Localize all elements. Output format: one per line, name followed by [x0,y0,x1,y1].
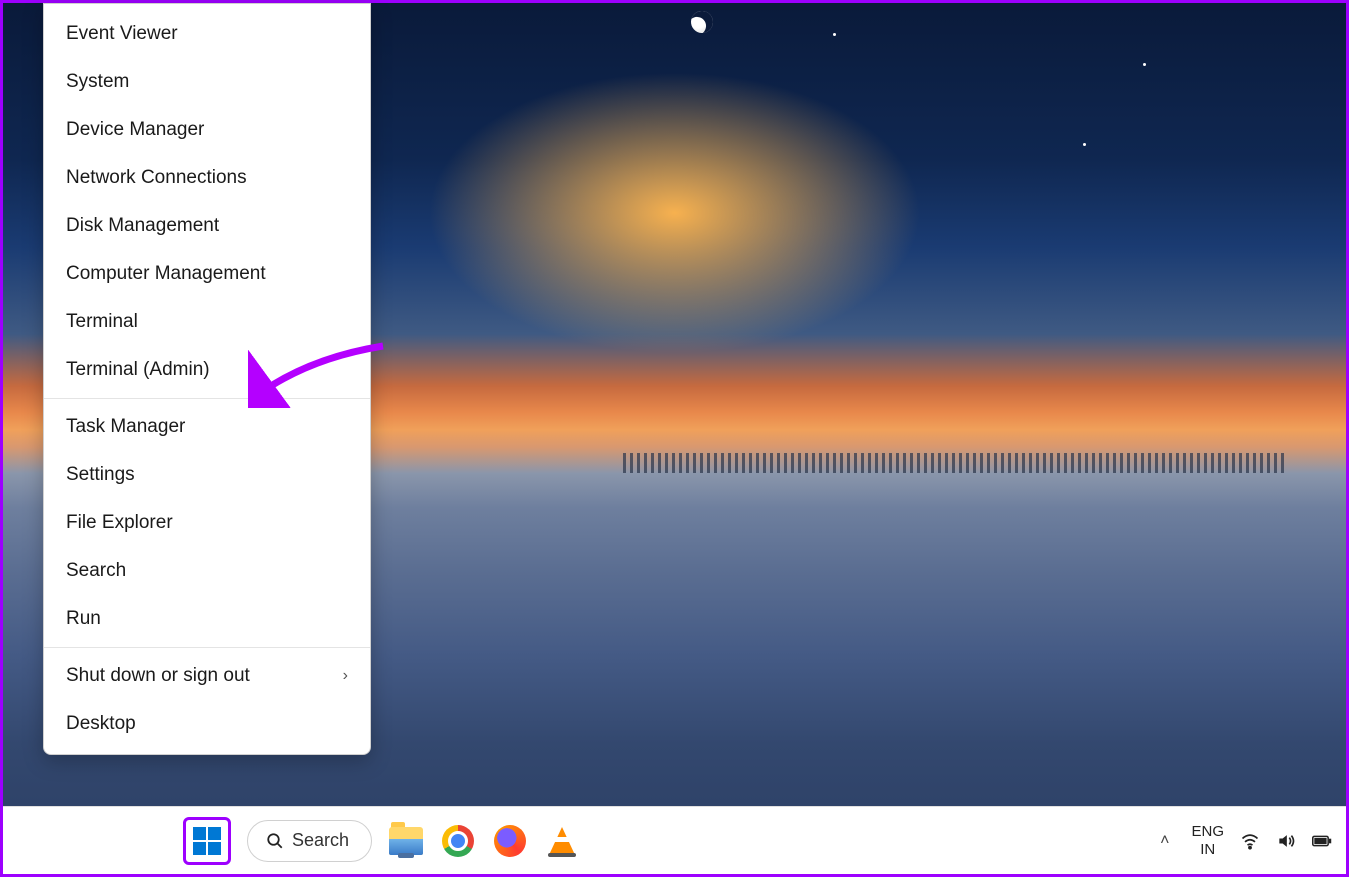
taskbar-icon-chrome[interactable] [440,823,476,859]
wifi-icon[interactable] [1240,831,1260,851]
menu-item-event-viewer[interactable]: Event Viewer [44,10,370,58]
menu-item-settings[interactable]: Settings [44,451,370,499]
menu-separator [44,398,370,399]
menu-item-label: File Explorer [66,512,173,534]
menu-item-label: Task Manager [66,416,185,438]
search-icon [266,832,284,850]
lang-bottom: IN [1191,841,1224,858]
menu-item-label: Computer Management [66,263,266,285]
menu-item-network-connections[interactable]: Network Connections [44,154,370,202]
star-decoration [1083,143,1086,146]
start-button[interactable] [183,817,231,865]
language-indicator[interactable]: ENG IN [1191,823,1224,858]
menu-item-label: Network Connections [66,167,247,189]
menu-item-disk-management[interactable]: Disk Management [44,202,370,250]
battery-icon[interactable] [1312,831,1332,851]
star-decoration [1143,63,1146,66]
menu-item-computer-management[interactable]: Computer Management [44,250,370,298]
taskbar-icon-vlc[interactable] [544,823,580,859]
menu-item-terminal[interactable]: Terminal [44,298,370,346]
volume-icon[interactable] [1276,831,1296,851]
trees-decoration [623,453,1286,473]
firefox-icon [494,825,526,857]
menu-item-shut-down-or-sign-out[interactable]: Shut down or sign out › [44,652,370,700]
menu-item-task-manager[interactable]: Task Manager [44,403,370,451]
file-explorer-icon [389,827,423,855]
windows-logo-icon [193,827,221,855]
menu-item-system[interactable]: System [44,58,370,106]
winx-context-menu: Event Viewer System Device Manager Netwo… [43,3,371,755]
tray-overflow-chevron[interactable]: ˄ [1154,832,1175,850]
menu-item-label: Event Viewer [66,23,178,45]
taskbar-icon-file-explorer[interactable] [388,823,424,859]
menu-separator [44,647,370,648]
lang-top: ENG [1191,823,1224,840]
chevron-right-icon: › [343,667,348,685]
taskbar: Search ˄ ENG IN [3,806,1346,874]
menu-item-label: Search [66,560,126,582]
menu-item-label: Run [66,608,101,630]
menu-item-search[interactable]: Search [44,547,370,595]
taskbar-icon-firefox[interactable] [492,823,528,859]
menu-item-label: Terminal (Admin) [66,359,210,381]
menu-item-label: Disk Management [66,215,219,237]
moon-decoration [688,8,716,36]
search-label: Search [292,830,349,851]
taskbar-search[interactable]: Search [247,820,372,862]
system-tray: ˄ ENG IN [1154,807,1332,874]
menu-item-label: Terminal [66,311,138,333]
menu-item-device-manager[interactable]: Device Manager [44,106,370,154]
menu-item-desktop[interactable]: Desktop [44,700,370,748]
menu-item-run[interactable]: Run [44,595,370,643]
menu-item-file-explorer[interactable]: File Explorer [44,499,370,547]
vlc-icon [549,827,575,855]
chrome-icon [442,825,474,857]
menu-item-label: System [66,71,129,93]
menu-item-label: Settings [66,464,135,486]
menu-item-label: Desktop [66,713,136,735]
menu-item-label: Shut down or sign out [66,665,250,687]
menu-item-terminal-admin[interactable]: Terminal (Admin) [44,346,370,394]
star-decoration [833,33,836,36]
menu-item-label: Device Manager [66,119,204,141]
